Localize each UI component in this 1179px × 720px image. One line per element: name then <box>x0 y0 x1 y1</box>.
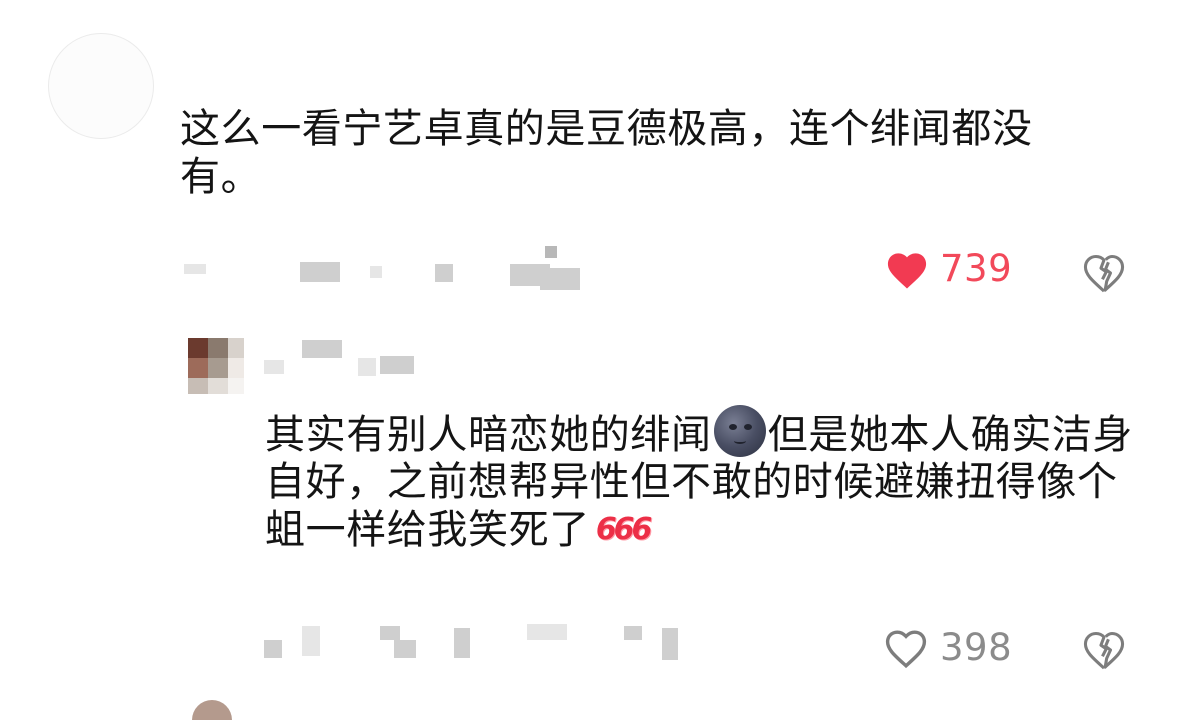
reply-comment-text: 其实有别人暗恋她的绯闻 但是她本人确实洁身自好，之前想帮异性但不敢的时候避嫌扭得像… <box>265 405 1145 554</box>
heart-outline-icon <box>885 630 927 669</box>
reply-meta-redacted <box>262 620 702 665</box>
six-six-six-emoji-icon: 666 <box>595 512 653 547</box>
reply-avatar[interactable] <box>188 338 244 394</box>
like-button[interactable]: 398 <box>882 625 1012 669</box>
broken-heart-icon[interactable] <box>1081 250 1127 294</box>
heart-filled-icon <box>887 252 927 288</box>
reply-username-redacted <box>262 338 422 378</box>
like-button[interactable]: 739 <box>884 247 1012 290</box>
next-reply-avatar[interactable] <box>192 700 232 720</box>
reply-text-part1: 其实有别人暗恋她的绯闻 <box>265 412 712 458</box>
comment-text: 这么一看宁艺卓真的是豆德极高，连个绯闻都没有。 <box>180 106 1033 200</box>
broken-heart-icon[interactable] <box>1081 627 1127 671</box>
like-count: 739 <box>940 247 1013 290</box>
new-moon-face-emoji-icon <box>713 405 766 457</box>
like-count: 398 <box>940 625 1013 669</box>
commenter-avatar[interactable] <box>48 33 154 139</box>
comment-meta-redacted <box>180 246 600 298</box>
